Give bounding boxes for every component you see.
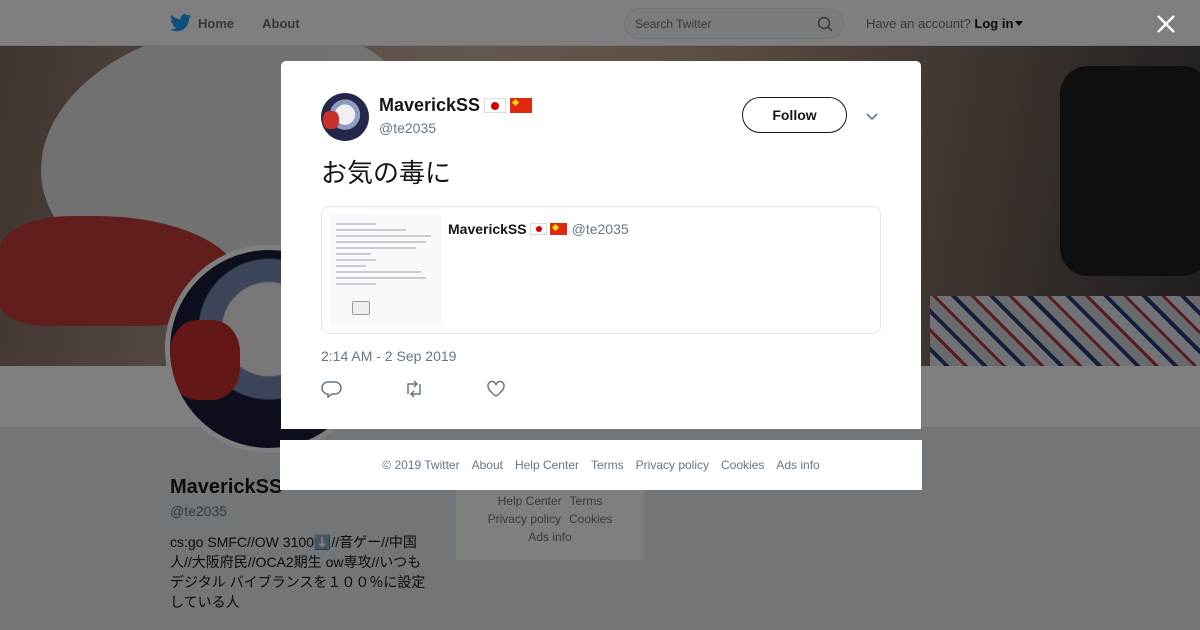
modal-footer: © 2019 Twitter About Help Center Terms P… [280,440,922,490]
flag-japan-icon [529,223,547,235]
footer-link-privacy[interactable]: Privacy policy [636,458,709,472]
author-name-row: MaverickSS [379,95,533,116]
quoted-tweet[interactable]: MaverickSS @te2035 [321,206,881,334]
author-avatar[interactable] [321,93,369,141]
author-name[interactable]: MaverickSS [379,95,480,116]
footer-link-ads[interactable]: Ads info [776,458,819,472]
flag-china-icon [510,98,533,113]
like-icon[interactable] [485,380,507,398]
media-icon [352,301,370,315]
footer-link-help[interactable]: Help Center [515,458,579,472]
flag-china-icon [549,223,567,235]
reply-icon[interactable] [321,380,343,398]
footer-link-about[interactable]: About [472,458,503,472]
retweet-icon[interactable] [403,380,425,398]
chevron-down-icon[interactable] [864,108,880,124]
close-icon[interactable] [1155,13,1177,35]
flag-japan-icon [484,98,507,113]
footer-copyright: © 2019 Twitter [382,458,460,472]
tweet-timestamp[interactable]: 2:14 AM - 2 Sep 2019 [321,348,456,364]
tweet-text: お気の毒に [321,159,452,189]
follow-button[interactable]: Follow [742,97,847,133]
footer-link-terms[interactable]: Terms [591,458,624,472]
footer-link-cookies[interactable]: Cookies [721,458,764,472]
author-handle[interactable]: @te2035 [379,120,436,136]
tweet-modal: MaverickSS @te2035 Follow お気の毒に Maverick… [281,61,921,429]
quoted-author-name: MaverickSS [448,221,527,237]
quoted-tweet-image [330,215,442,325]
quoted-author-handle: @te2035 [571,221,629,237]
quoted-author-row: MaverickSS @te2035 [448,221,629,237]
tweet-actions [321,380,507,398]
